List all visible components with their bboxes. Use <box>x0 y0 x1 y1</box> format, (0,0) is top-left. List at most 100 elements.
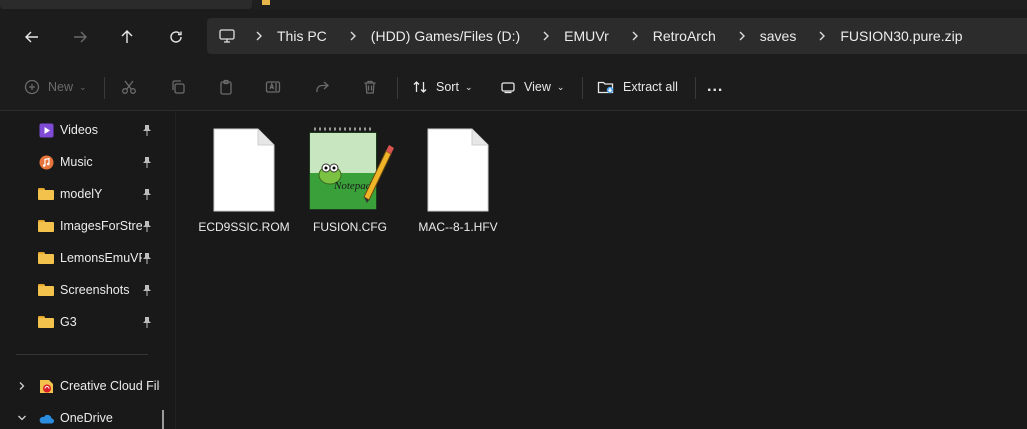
sidebar-item-videos[interactable]: Videos <box>0 114 175 146</box>
new-label: New <box>48 80 74 94</box>
sidebar-item-label: Creative Cloud Files <box>60 379 160 393</box>
pin-icon[interactable] <box>142 284 152 296</box>
new-button[interactable]: New ⌄ <box>24 73 87 101</box>
rename-icon <box>265 81 281 93</box>
blank-file-icon <box>410 125 506 215</box>
paste-button[interactable] <box>218 73 234 101</box>
pin-icon[interactable] <box>142 252 152 264</box>
pin-icon[interactable] <box>142 124 152 136</box>
folder-icon <box>38 314 54 330</box>
monitor-icon[interactable] <box>219 29 237 43</box>
up-button[interactable] <box>113 23 141 51</box>
file-name: MAC--8-1.HFV <box>418 220 498 234</box>
address-row: This PC (HDD) Games/Files (D:) EMUVr Ret… <box>0 9 1027 63</box>
sidebar-item-lemonsemuvr[interactable]: LemonsEmuVR <box>0 242 175 274</box>
chevron-down-icon: ⌄ <box>556 81 565 92</box>
arrow-right-icon <box>74 31 87 43</box>
file-list: ECD9SSIC.ROM Notepad++ FUSION.CFG MAC--8… <box>175 111 1027 429</box>
tab-folder-icon[interactable] <box>262 0 270 5</box>
file-item[interactable]: Notepad++ FUSION.CFG <box>302 125 398 235</box>
sidebar-item-screenshots[interactable]: Screenshots <box>0 274 175 306</box>
copy-icon <box>172 80 185 94</box>
breadcrumb-drive[interactable]: (HDD) Games/Files (D:) <box>371 28 520 44</box>
breadcrumb-retroarch[interactable]: RetroArch <box>653 28 716 44</box>
pin-icon[interactable] <box>142 156 152 168</box>
extract-all-button[interactable]: Extract all <box>597 73 678 101</box>
breadcrumb-current[interactable]: FUSION30.pure.zip <box>840 28 962 44</box>
clipboard-icon <box>220 79 232 95</box>
view-button[interactable]: View ⌄ <box>500 73 564 101</box>
sort-label: Sort <box>436 80 459 94</box>
chevron-down-icon[interactable] <box>17 412 27 424</box>
pin-icon[interactable] <box>142 188 152 200</box>
chevron-right-icon[interactable] <box>810 30 834 42</box>
address-bar[interactable]: This PC (HDD) Games/Files (D:) EMUVr Ret… <box>207 18 1027 54</box>
file-name: ECD9SSIC.ROM <box>198 220 290 234</box>
pin-icon[interactable] <box>142 220 152 232</box>
tab-active[interactable] <box>0 0 252 9</box>
sidebar-item-g3[interactable]: G3 <box>0 306 175 338</box>
sidebar-item-imagesforstrea[interactable]: ImagesForStrea <box>0 210 175 242</box>
sidebar-item-onedrive[interactable]: OneDrive <box>0 402 175 429</box>
folder-icon <box>38 218 54 234</box>
share-icon <box>316 81 329 92</box>
view-label: View <box>524 80 551 94</box>
tab-strip <box>0 0 1027 9</box>
onedrive-icon <box>38 410 54 426</box>
chevron-right-icon[interactable] <box>247 30 271 42</box>
arrow-up-icon <box>121 30 133 43</box>
divider <box>695 77 696 99</box>
chevron-right-icon[interactable] <box>17 380 27 392</box>
chevron-right-icon[interactable] <box>623 30 647 42</box>
scissors-icon <box>122 80 136 94</box>
divider <box>582 77 583 99</box>
more-options-icon: ... <box>707 78 724 95</box>
pin-icon[interactable] <box>142 316 152 328</box>
sidebar-item-label: OneDrive <box>60 411 113 425</box>
copy-button[interactable] <box>170 73 186 101</box>
forward-button[interactable] <box>66 23 94 51</box>
plus-circle-icon <box>24 79 40 95</box>
back-button[interactable] <box>18 23 46 51</box>
command-bar: New ⌄ Sort ⌄ View ⌄ Extract all ... <box>0 63 1027 111</box>
sort-icon <box>413 81 427 93</box>
music-icon <box>38 154 54 170</box>
trash-icon <box>364 80 376 94</box>
breadcrumb: This PC (HDD) Games/Files (D:) EMUVr Ret… <box>241 28 963 44</box>
chevron-right-icon[interactable] <box>534 30 558 42</box>
sidebar-item-creative-cloud[interactable]: Creative Cloud Files <box>0 370 175 402</box>
breadcrumb-this-pc[interactable]: This PC <box>277 28 327 44</box>
folder-icon <box>38 250 54 266</box>
refresh-button[interactable] <box>162 23 190 51</box>
rename-button[interactable] <box>265 73 281 101</box>
chevron-right-icon[interactable] <box>730 30 754 42</box>
sidebar-divider <box>16 354 148 355</box>
folder-icon <box>38 186 54 202</box>
arrow-left-icon <box>25 31 38 43</box>
breadcrumb-saves[interactable]: saves <box>760 28 797 44</box>
file-item[interactable]: ECD9SSIC.ROM <box>196 125 292 235</box>
file-name: FUSION.CFG <box>313 220 387 234</box>
chevron-down-icon: ⌄ <box>464 81 473 92</box>
refresh-icon <box>170 31 182 43</box>
sidebar-item-music[interactable]: Music <box>0 146 175 178</box>
divider <box>397 77 398 99</box>
creative-cloud-icon <box>38 378 54 394</box>
share-button[interactable] <box>314 73 330 101</box>
blank-file-icon <box>196 125 292 215</box>
cut-button[interactable] <box>121 73 137 101</box>
extract-all-label: Extract all <box>623 80 678 94</box>
divider <box>104 77 105 99</box>
sidebar-scrollbar[interactable] <box>162 410 164 429</box>
chevron-right-icon[interactable] <box>341 30 365 42</box>
sort-button[interactable]: Sort ⌄ <box>412 73 472 101</box>
videos-icon <box>38 122 54 138</box>
folder-icon <box>38 282 54 298</box>
breadcrumb-emuvr[interactable]: EMUVr <box>564 28 609 44</box>
file-item[interactable]: MAC--8-1.HFV <box>410 125 506 235</box>
delete-button[interactable] <box>362 73 378 101</box>
sidebar-item-modely[interactable]: modelY <box>0 178 175 210</box>
chevron-down-icon: ⌄ <box>79 81 87 92</box>
view-icon <box>501 82 515 94</box>
more-options-button[interactable]: ... <box>707 73 723 101</box>
